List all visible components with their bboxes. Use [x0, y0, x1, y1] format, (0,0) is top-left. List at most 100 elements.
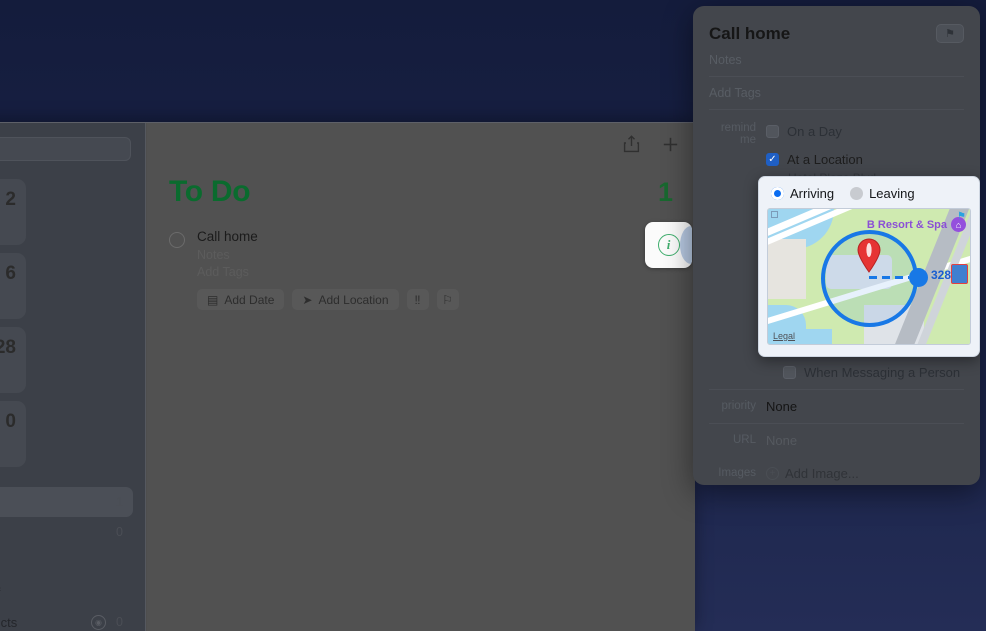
- priority-value: None: [766, 399, 798, 414]
- reminder-row[interactable]: Call home Notes Add Tags ▤ Add Date ➤ Ad…: [169, 229, 675, 310]
- sidebar-item-family-stuff[interactable]: Family Stuff: [0, 577, 133, 607]
- map-mode-radio-group: Arriving Leaving: [767, 185, 971, 208]
- list-section: To Do 1 Reminders 0 Work Family Stuff Ho…: [0, 487, 135, 631]
- list-count: 0: [116, 615, 123, 629]
- radio-label: Leaving: [869, 186, 915, 201]
- reminder-notes-field[interactable]: Notes: [197, 248, 675, 262]
- calendar-icon: ▤: [207, 292, 219, 307]
- tile-count: 0: [5, 411, 16, 432]
- popover-lower-section: priority None URL None Images + Add Imag…: [693, 389, 980, 485]
- add-date-button[interactable]: ▤ Add Date: [197, 289, 285, 310]
- option-when-messaging-a-person[interactable]: When Messaging a Person: [783, 361, 964, 383]
- add-location-button[interactable]: ➤ Add Location: [292, 289, 399, 310]
- geofence-resize-handle[interactable]: [909, 267, 928, 287]
- smart-list-tiles: ▣ 2 ▣ 6 Scheduled ▤ 28: [0, 179, 133, 467]
- sidebar-item-home-projects[interactable]: Home Projects ◉ 0: [0, 607, 133, 631]
- priority-button[interactable]: ‼: [406, 289, 429, 310]
- flag-icon: ⚐: [442, 292, 453, 307]
- add-reminder-icon[interactable]: [662, 136, 679, 158]
- checkbox[interactable]: ✓: [766, 152, 779, 166]
- priority-icon: ‼: [414, 292, 421, 307]
- popover-header: Call home ⚑: [693, 6, 980, 44]
- sidebar: ▣ 2 ▣ 6 Scheduled ▤ 28: [0, 123, 146, 631]
- option-on-a-day[interactable]: On a Day: [766, 120, 964, 142]
- tile-today[interactable]: ▣ 2: [0, 179, 26, 245]
- tile-count: 28: [0, 337, 16, 358]
- info-button[interactable]: i: [645, 222, 692, 268]
- option-when-messaging-a-person-row: When Messaging a Person: [709, 361, 964, 383]
- info-button-edge: [680, 226, 692, 264]
- popover-flag-button[interactable]: ⚑: [936, 24, 964, 43]
- reminder-complete-checkbox[interactable]: [169, 232, 185, 248]
- checkbox[interactable]: [766, 124, 779, 138]
- option-label: On a Day: [787, 123, 842, 139]
- reminder-detail-popover: Call home ⚑ Notes Add Tags remind me On …: [693, 6, 980, 485]
- add-date-label: Add Date: [224, 292, 275, 307]
- radio-dot-icon[interactable]: [850, 187, 864, 200]
- location-map-popup: Arriving Leaving B Resort & Spa ⌂ 328 ft…: [758, 176, 980, 357]
- geofence-radius-line: [869, 275, 909, 279]
- option-label: When Messaging a Person: [804, 364, 961, 380]
- content-pane: To Do 1 Call home Notes Add Tags ▤ Add D…: [147, 123, 695, 631]
- url-value: None: [766, 433, 798, 448]
- tile-scheduled[interactable]: ▣ 6 Scheduled: [0, 253, 26, 319]
- sidebar-item-work[interactable]: Work: [0, 547, 133, 577]
- url-row[interactable]: URL None: [693, 424, 980, 457]
- list-label: Work: [0, 555, 123, 570]
- map-pin-icon[interactable]: [856, 237, 882, 273]
- page-title: To Do: [169, 175, 251, 208]
- radio-leaving[interactable]: Leaving: [850, 186, 915, 201]
- tile-count: 2: [5, 189, 16, 210]
- list-label: Reminders: [0, 525, 116, 540]
- desktop: ▣ 2 ▣ 6 Scheduled ▤ 28: [0, 0, 986, 631]
- option-label: At a Location: [787, 151, 863, 167]
- flag-button[interactable]: ⚐: [436, 289, 459, 310]
- tile-all[interactable]: ▤ 28: [0, 327, 26, 393]
- radio-dot-icon[interactable]: [771, 187, 784, 200]
- tile-flagged[interactable]: ⚑ 0 Flagged: [0, 401, 26, 467]
- poi-text: B Resort & Spa: [866, 218, 947, 231]
- checkbox[interactable]: [783, 365, 796, 379]
- list-count: 0: [116, 525, 123, 539]
- sidebar-item-reminders[interactable]: Reminders 0: [0, 517, 133, 547]
- map-flag-icon: ⚑: [957, 211, 966, 222]
- arrow-icon: ➤: [302, 292, 313, 307]
- images-row[interactable]: Images + Add Image...: [693, 457, 980, 485]
- list-label: To Do: [0, 495, 116, 510]
- tile-label: Scheduled: [0, 293, 16, 307]
- map-poi-label: B Resort & Spa ⌂: [867, 217, 966, 232]
- search-input[interactable]: [0, 137, 131, 161]
- shared-person-icon: ◉: [91, 614, 107, 630]
- add-image-label: Add Image...: [785, 466, 859, 481]
- list-count: 1: [116, 495, 123, 509]
- popover-tags-field[interactable]: Add Tags: [693, 77, 980, 109]
- tile-count: 6: [5, 263, 16, 284]
- remind-me-label: remind me: [720, 122, 756, 146]
- list-label: Family Stuff: [0, 585, 123, 600]
- plus-circle-icon: +: [766, 467, 779, 480]
- map-corner-marker-icon: [771, 211, 778, 218]
- reminder-title: Call home: [197, 229, 258, 244]
- add-image-button[interactable]: + Add Image...: [766, 466, 859, 481]
- popover-notes-field[interactable]: Notes: [693, 44, 980, 76]
- reminder-tags-field[interactable]: Add Tags: [197, 265, 675, 279]
- radio-label: Arriving: [790, 186, 835, 201]
- share-icon[interactable]: [623, 135, 640, 158]
- map-area: [768, 239, 806, 299]
- sidebar-item-to-do[interactable]: To Do 1: [0, 487, 133, 517]
- info-icon: i: [657, 234, 680, 256]
- list-label: Home Projects: [0, 614, 18, 630]
- reminders-window: ▣ 2 ▣ 6 Scheduled ▤ 28: [0, 122, 695, 631]
- tile-label: Flagged: [0, 441, 16, 455]
- reminder-count: 1: [657, 177, 673, 207]
- popover-title: Call home: [709, 24, 791, 43]
- map-canvas[interactable]: B Resort & Spa ⌂ 328 ft ⚑ Legal: [767, 208, 971, 345]
- images-label: Images: [718, 467, 756, 479]
- url-label: URL: [732, 434, 756, 446]
- radio-arriving[interactable]: Arriving: [771, 186, 834, 201]
- content-toolbar: [623, 135, 679, 158]
- map-legal-link[interactable]: Legal: [773, 331, 795, 341]
- highway-shield-icon: [951, 264, 968, 284]
- option-at-a-location[interactable]: ✓ At a Location: [766, 148, 964, 170]
- priority-row[interactable]: priority None: [693, 390, 980, 423]
